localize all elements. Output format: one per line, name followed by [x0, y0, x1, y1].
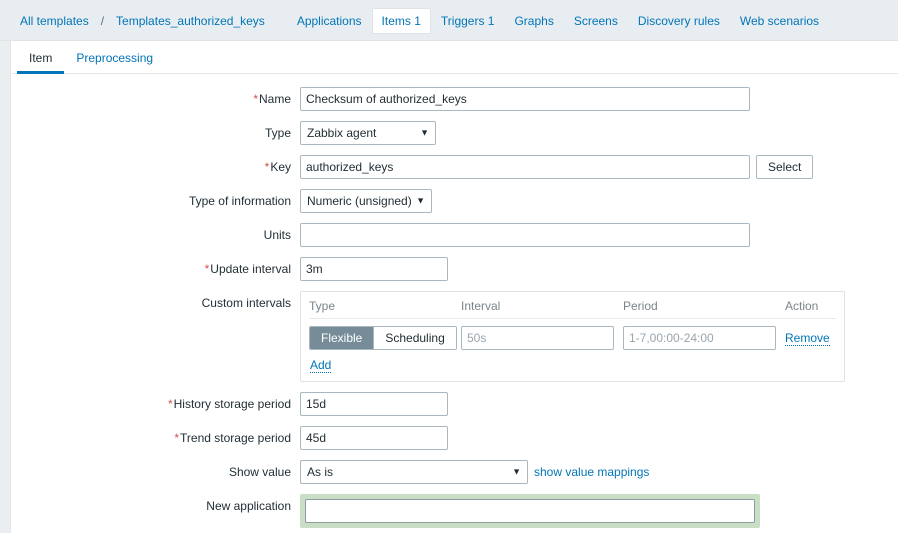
custom-interval-period-input[interactable] [623, 326, 776, 350]
label-name: *Name [253, 92, 291, 106]
field-row-type-of-information: Type of information Numeric (unsigned) ▼ [12, 189, 898, 213]
interval-type-toggle[interactable]: Flexible Scheduling [309, 326, 457, 350]
column-header-period: Period [623, 299, 658, 313]
label-trend-storage-period: *Trend storage period [174, 431, 291, 445]
label-units: Units [263, 228, 291, 242]
field-row-name: *Name [12, 87, 898, 111]
nav-all-templates[interactable]: All templates [20, 8, 99, 34]
custom-interval-period-cell [623, 326, 785, 350]
field-row-custom-intervals: Custom intervals Type Interval Period Ac… [12, 291, 898, 382]
nav-graphs[interactable]: Graphs [504, 8, 563, 34]
required-marker-history: * [167, 397, 173, 411]
units-input[interactable] [300, 223, 750, 247]
type-select-value: Zabbix agent [307, 126, 377, 140]
field-show-value: As is ▼ show value mappings [300, 460, 649, 484]
column-header-type: Type [309, 299, 336, 313]
template-navbar: All templates / Templates_authorized_key… [0, 0, 898, 41]
field-trend-storage-period [300, 426, 448, 450]
custom-interval-interval-cell [461, 326, 623, 350]
type-of-information-select[interactable]: Numeric (unsigned) ▼ [300, 189, 432, 213]
required-marker-update-interval: * [204, 262, 210, 276]
toggle-option-flexible[interactable]: Flexible [310, 327, 374, 349]
field-row-key: *Key Select [12, 155, 898, 179]
custom-intervals-header: Type Interval Period Action [309, 299, 836, 319]
tab-preprocessing[interactable]: Preprocessing [64, 45, 165, 73]
type-select[interactable]: Zabbix agent ▼ [300, 121, 436, 145]
key-input[interactable] [300, 155, 750, 179]
field-units [300, 223, 750, 247]
required-marker-trend: * [174, 431, 180, 445]
field-row-units: Units [12, 223, 898, 247]
required-marker-key: * [264, 160, 270, 174]
label-show-value: Show value [228, 465, 291, 479]
nav-template-name[interactable]: Templates_authorized_keys [106, 8, 275, 34]
custom-intervals-table: Type Interval Period Action Flexible Sch… [300, 291, 845, 382]
field-update-interval [300, 257, 448, 281]
custom-interval-action-cell: Remove [785, 331, 837, 346]
custom-interval-type-cell: Flexible Scheduling [309, 326, 461, 350]
field-custom-intervals: Type Interval Period Action Flexible Sch… [300, 291, 845, 382]
show-value-select[interactable]: As is ▼ [300, 460, 528, 484]
label-new-application: New application [206, 499, 291, 513]
chevron-down-icon: ▼ [512, 466, 521, 477]
item-configuration-page: All templates / Templates_authorized_key… [0, 0, 898, 533]
tab-item[interactable]: Item [17, 45, 65, 74]
form-tabs: Item Preprocessing [12, 41, 898, 74]
column-header-action: Action [785, 299, 819, 313]
column-header-interval: Interval [461, 299, 501, 313]
history-storage-period-input[interactable] [300, 392, 448, 416]
field-history-storage-period [300, 392, 448, 416]
nav-web-scenarios[interactable]: Web scenarios [730, 8, 829, 34]
custom-interval-row: Flexible Scheduling Remov [309, 326, 836, 350]
custom-interval-add-link[interactable]: Add [310, 358, 332, 373]
label-key: *Key [264, 160, 291, 174]
show-value-selected: As is [307, 465, 334, 479]
custom-interval-remove-link[interactable]: Remove [785, 331, 830, 346]
nav-applications[interactable]: Applications [287, 8, 372, 34]
label-type-of-information: Type of information [188, 194, 291, 208]
field-type-of-information: Numeric (unsigned) ▼ [300, 189, 432, 213]
field-row-history-storage-period: *History storage period [12, 392, 898, 416]
new-application-input[interactable] [305, 499, 755, 523]
field-type: Zabbix agent ▼ [300, 121, 436, 145]
item-form: *Name Type Zabbix agent ▼ *Key [12, 74, 898, 533]
type-of-information-value: Numeric (unsigned) [307, 194, 412, 208]
nav-items[interactable]: Items 1 [371, 7, 431, 34]
breadcrumb: All templates / Templates_authorized_key… [0, 0, 898, 41]
chevron-down-icon: ▼ [416, 195, 425, 206]
chevron-down-icon: ▼ [420, 127, 429, 138]
update-interval-input[interactable] [300, 257, 448, 281]
field-row-new-application: New application [12, 494, 898, 528]
label-custom-intervals: Custom intervals [201, 296, 291, 310]
nav-screens[interactable]: Screens [564, 8, 628, 34]
left-gutter [0, 41, 11, 533]
field-name [300, 87, 750, 111]
field-row-trend-storage-period: *Trend storage period [12, 426, 898, 450]
label-type: Type [264, 126, 291, 140]
new-application-highlight [300, 494, 760, 528]
key-select-button[interactable]: Select [756, 155, 814, 179]
nav-discovery-rules[interactable]: Discovery rules [628, 8, 730, 34]
custom-intervals-add-row: Add [309, 358, 836, 373]
field-row-show-value: Show value As is ▼ show value mappings [12, 460, 898, 484]
label-update-interval: *Update interval [204, 262, 291, 276]
breadcrumb-separator: / [100, 13, 105, 28]
nav-triggers[interactable]: Triggers 1 [431, 8, 505, 34]
field-key: Select [300, 155, 814, 179]
field-row-update-interval: *Update interval [12, 257, 898, 281]
field-new-application [300, 494, 760, 528]
name-input[interactable] [300, 87, 750, 111]
trend-storage-period-input[interactable] [300, 426, 448, 450]
field-row-type: Type Zabbix agent ▼ [12, 121, 898, 145]
toggle-option-scheduling[interactable]: Scheduling [373, 327, 456, 349]
content-area: Item Preprocessing *Name Type Zabbix age… [12, 41, 898, 533]
custom-interval-interval-input[interactable] [461, 326, 614, 350]
label-history-storage-period: *History storage period [167, 397, 291, 411]
required-marker-name: * [253, 92, 258, 106]
show-value-mappings-link[interactable]: show value mappings [534, 460, 649, 484]
